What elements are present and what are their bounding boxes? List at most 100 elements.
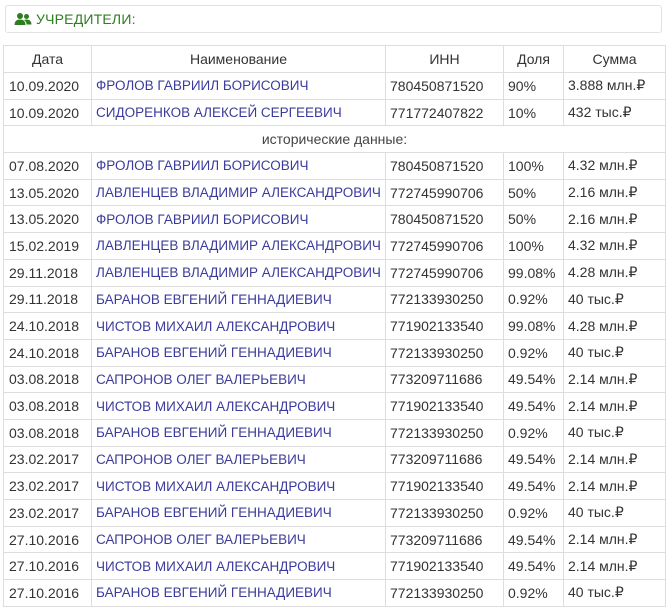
column-header-name: Наименование	[91, 45, 386, 73]
column-header-share: Доля	[503, 45, 564, 73]
founder-name-link[interactable]: БАРАНОВ ЕВГЕНИЙ ГЕННАДИЕВИЧ	[91, 285, 386, 314]
founder-inn: 772745990706	[385, 178, 504, 207]
founder-name-link[interactable]: ЛАВЛЕНЦЕВ ВЛАДИМИР АЛЕКСАНДРОВИЧ	[91, 258, 386, 287]
founder-share: 50%	[503, 178, 564, 207]
founders-table-body: 10.09.2020 ФРОЛОВ ГАВРИИЛ БОРИСОВИЧ 780450…	[3, 72, 666, 607]
founder-share: 99.08%	[503, 312, 564, 340]
founder-sum: 40 тыс.₽	[563, 285, 666, 314]
founder-share: 0.92%	[503, 338, 564, 367]
founder-inn: 772133930250	[385, 579, 504, 607]
table-row: 24.10.2018 БАРАНОВ ЕВГЕНИЙ ГЕННАДИЕВИЧ 772…	[3, 338, 666, 367]
founder-name-link[interactable]: САПРОНОВ ОЛЕГ ВАЛЕРЬЕВИЧ	[91, 525, 386, 554]
founder-inn: 771902133540	[385, 392, 504, 420]
founder-inn: 772745990706	[385, 258, 504, 287]
founder-name-link[interactable]: ЧИСТОВ МИХАИЛ АЛЕКСАНДРОВИЧ	[91, 552, 386, 581]
founder-date: 24.10.2018	[3, 338, 92, 367]
column-header-sum: Сумма	[563, 45, 666, 73]
table-row: 10.09.2020 СИДОРЕНКОВ АЛЕКСЕЙ СЕРГЕЕВИЧ 77…	[3, 98, 666, 127]
founder-sum: 40 тыс.₽	[563, 338, 666, 367]
founder-date: 13.05.2020	[3, 178, 92, 207]
history-section-row: исторические данные:	[3, 125, 666, 154]
table-row: 13.05.2020 ЛАВЛЕНЦЕВ ВЛАДИМИР АЛЕКСАНДРОВ…	[3, 178, 666, 207]
founder-name-link[interactable]: ЛАВЛЕНЦЕВ ВЛАДИМИР АЛЕКСАНДРОВИЧ	[91, 232, 386, 260]
founder-sum: 2.16 млн.₽	[563, 178, 666, 207]
founder-share: 49.54%	[503, 445, 564, 474]
founder-date: 27.10.2016	[3, 579, 92, 607]
section-title: УЧРЕДИТЕЛИ:	[36, 11, 136, 27]
founder-share: 90%	[503, 72, 564, 100]
founder-inn: 771902133540	[385, 552, 504, 581]
founder-sum: 2.14 млн.₽	[563, 392, 666, 420]
founder-name-link[interactable]: БАРАНОВ ЕВГЕНИЙ ГЕННАДИЕВИЧ	[91, 418, 386, 447]
table-row: 15.02.2019 ЛАВЛЕНЦЕВ ВЛАДИМИР АЛЕКСАНДРОВ…	[3, 232, 666, 260]
founder-date: 23.02.2017	[3, 445, 92, 474]
founder-name-link[interactable]: БАРАНОВ ЕВГЕНИЙ ГЕННАДИЕВИЧ	[91, 338, 386, 367]
founder-name-link[interactable]: ФРОЛОВ ГАВРИИЛ БОРИСОВИЧ	[91, 72, 386, 100]
founder-name-link[interactable]: ФРОЛОВ ГАВРИИЛ БОРИСОВИЧ	[91, 205, 386, 234]
founder-inn: 772133930250	[385, 499, 504, 527]
table-row: 29.11.2018 БАРАНОВ ЕВГЕНИЙ ГЕННАДИЕВИЧ 772…	[3, 285, 666, 314]
table-row: 03.08.2018 ЧИСТОВ МИХАИЛ АЛЕКСАНДРОВИЧ 771…	[3, 392, 666, 420]
founder-sum: 4.32 млн.₽	[563, 232, 666, 260]
founder-sum: 432 тыс.₽	[563, 98, 666, 127]
founder-sum: 40 тыс.₽	[563, 579, 666, 607]
users-icon	[14, 12, 32, 26]
founder-date: 29.11.2018	[3, 258, 92, 287]
founder-share: 10%	[503, 98, 564, 127]
founder-sum: 40 тыс.₽	[563, 499, 666, 527]
founder-date: 07.08.2020	[3, 152, 92, 180]
table-row: 13.05.2020 ФРОЛОВ ГАВРИИЛ БОРИСОВИЧ 780450…	[3, 205, 666, 234]
table-row: 10.09.2020 ФРОЛОВ ГАВРИИЛ БОРИСОВИЧ 780450…	[3, 72, 666, 100]
founder-date: 27.10.2016	[3, 552, 92, 581]
table-row: 24.10.2018 ЧИСТОВ МИХАИЛ АЛЕКСАНДРОВИЧ 771…	[3, 312, 666, 340]
founder-sum: 4.28 млн.₽	[563, 258, 666, 287]
founder-date: 27.10.2016	[3, 525, 92, 554]
founder-name-link[interactable]: БАРАНОВ ЕВГЕНИЙ ГЕННАДИЕВИЧ	[91, 579, 386, 607]
founder-date: 23.02.2017	[3, 472, 92, 500]
founder-inn: 772133930250	[385, 338, 504, 367]
founder-name-link[interactable]: САПРОНОВ ОЛЕГ ВАЛЕРЬЕВИЧ	[91, 365, 386, 394]
founders-table: Дата Наименование ИНН Доля Сумма 10.09.2…	[3, 45, 666, 607]
table-row: 23.02.2017 БАРАНОВ ЕВГЕНИЙ ГЕННАДИЕВИЧ 772…	[3, 499, 666, 527]
founder-inn: 773209711686	[385, 365, 504, 394]
founder-name-link[interactable]: ЧИСТОВ МИХАИЛ АЛЕКСАНДРОВИЧ	[91, 392, 386, 420]
founder-share: 100%	[503, 232, 564, 260]
founder-inn: 780450871520	[385, 205, 504, 234]
founder-date: 13.05.2020	[3, 205, 92, 234]
founder-date: 03.08.2018	[3, 365, 92, 394]
founder-name-link[interactable]: ЧИСТОВ МИХАИЛ АЛЕКСАНДРОВИЧ	[91, 312, 386, 340]
founder-name-link[interactable]: САПРОНОВ ОЛЕГ ВАЛЕРЬЕВИЧ	[91, 445, 386, 474]
founder-date: 03.08.2018	[3, 392, 92, 420]
table-header-row: Дата Наименование ИНН Доля Сумма	[3, 45, 666, 73]
founder-share: 50%	[503, 205, 564, 234]
table-row: 29.11.2018 ЛАВЛЕНЦЕВ ВЛАДИМИР АЛЕКСАНДРОВ…	[3, 258, 666, 287]
founder-date: 23.02.2017	[3, 499, 92, 527]
table-row: 23.02.2017 ЧИСТОВ МИХАИЛ АЛЕКСАНДРОВИЧ 771…	[3, 472, 666, 500]
founder-name-link[interactable]: ЛАВЛЕНЦЕВ ВЛАДИМИР АЛЕКСАНДРОВИЧ	[91, 178, 386, 207]
table-row: 27.10.2016 САПРОНОВ ОЛЕГ ВАЛЕРЬЕВИЧ 773209…	[3, 525, 666, 554]
table-row: 23.02.2017 САПРОНОВ ОЛЕГ ВАЛЕРЬЕВИЧ 773209…	[3, 445, 666, 474]
founder-date: 10.09.2020	[3, 98, 92, 127]
founder-date: 03.08.2018	[3, 418, 92, 447]
founder-share: 100%	[503, 152, 564, 180]
founder-sum: 4.32 млн.₽	[563, 152, 666, 180]
founder-date: 10.09.2020	[3, 72, 92, 100]
founder-inn: 772133930250	[385, 418, 504, 447]
founders-section-header: УЧРЕДИТЕЛИ:	[5, 5, 662, 33]
founder-name-link[interactable]: ЧИСТОВ МИХАИЛ АЛЕКСАНДРОВИЧ	[91, 472, 386, 500]
founder-sum: 40 тыс.₽	[563, 418, 666, 447]
founder-inn: 772133930250	[385, 285, 504, 314]
founder-inn: 780450871520	[385, 72, 504, 100]
founder-inn: 771772407822	[385, 98, 504, 127]
founder-sum: 2.14 млн.₽	[563, 365, 666, 394]
founder-sum: 3.888 млн.₽	[563, 72, 666, 100]
column-header-date: Дата	[3, 45, 92, 73]
founder-sum: 4.28 млн.₽	[563, 312, 666, 340]
founder-name-link[interactable]: БАРАНОВ ЕВГЕНИЙ ГЕННАДИЕВИЧ	[91, 499, 386, 527]
table-row: 07.08.2020 ФРОЛОВ ГАВРИИЛ БОРИСОВИЧ 780450…	[3, 152, 666, 180]
founder-date: 24.10.2018	[3, 312, 92, 340]
founder-name-link[interactable]: СИДОРЕНКОВ АЛЕКСЕЙ СЕРГЕЕВИЧ	[91, 98, 386, 127]
founder-inn: 772745990706	[385, 232, 504, 260]
founder-date: 15.02.2019	[3, 232, 92, 260]
founder-name-link[interactable]: ФРОЛОВ ГАВРИИЛ БОРИСОВИЧ	[91, 152, 386, 180]
